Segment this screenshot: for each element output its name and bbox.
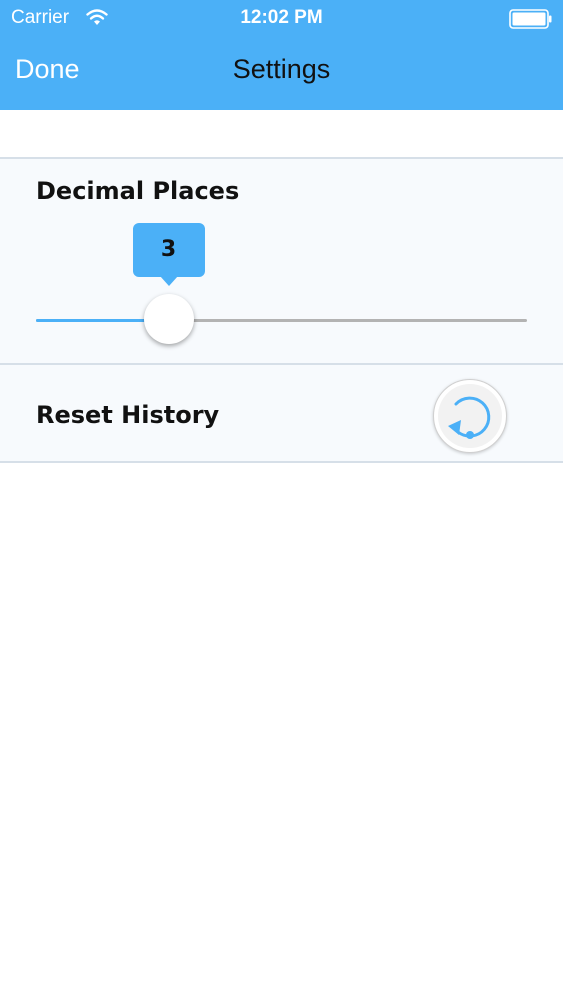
slider-value-bubble: 3: [132, 223, 205, 286]
battery-icon: [509, 9, 553, 33]
navigation-header: Carrier 12:02 PM Done Settings: [0, 0, 563, 110]
status-time: 12:02 PM: [240, 7, 323, 28]
decimal-places-label: Decimal Places: [36, 177, 240, 205]
reset-history-label: Reset History: [36, 401, 220, 429]
decimal-places-section: Decimal Places 3: [0, 157, 563, 364]
status-bar: Carrier 12:02 PM: [0, 0, 563, 38]
reset-history-button[interactable]: [433, 379, 507, 453]
page-title: Settings: [232, 54, 331, 84]
reset-history-section: Reset History: [0, 363, 563, 463]
decimal-places-slider[interactable]: [36, 319, 527, 322]
reset-icon: [448, 396, 491, 439]
slider-thumb[interactable]: [143, 294, 194, 344]
